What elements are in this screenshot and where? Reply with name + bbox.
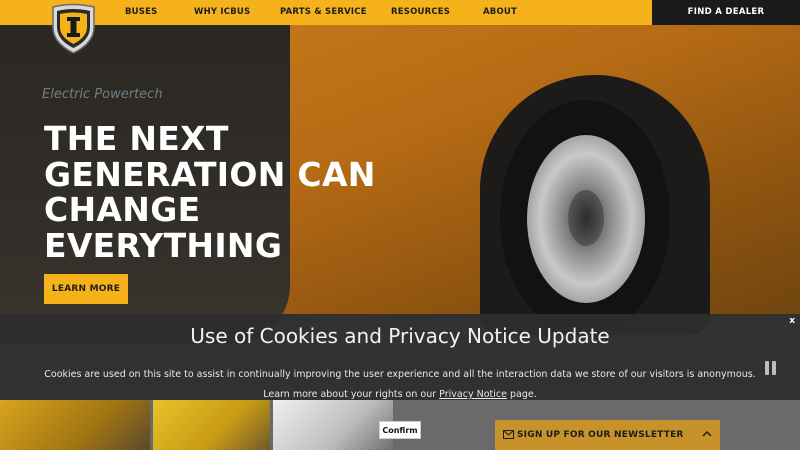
bus-tile-1[interactable] <box>0 400 150 450</box>
mail-icon <box>503 430 514 439</box>
hero-hub <box>568 190 604 246</box>
nav-resources[interactable]: RESOURCES <box>391 7 450 17</box>
newsletter-label: SIGN UP FOR OUR NEWSLETTER <box>517 430 684 440</box>
nav-parts-service[interactable]: PARTS & SERVICE <box>280 7 367 17</box>
nav-buses[interactable]: BUSES <box>125 7 157 17</box>
newsletter-signup-tab[interactable]: SIGN UP FOR OUR NEWSLETTER <box>495 420 720 450</box>
learn-more-suffix: page. <box>506 389 537 400</box>
find-a-dealer-button[interactable]: FIND A DEALER <box>652 0 800 25</box>
cookie-title: Use of Cookies and Privacy Notice Update <box>190 324 610 348</box>
hero-brand-text: Electric Powertech <box>42 87 163 102</box>
bus-tile-2[interactable] <box>153 400 270 450</box>
chevron-up-icon[interactable] <box>702 430 712 437</box>
learn-more-button[interactable]: LEARN MORE <box>44 274 128 304</box>
hero-headline: THE NEXT GENERATION CAN CHANGE EVERYTHIN… <box>44 121 404 263</box>
headline-line: EVERYTHING <box>44 225 283 265</box>
ic-bus-logo[interactable] <box>49 3 98 55</box>
pause-icon[interactable] <box>765 361 777 375</box>
close-icon[interactable]: x <box>789 316 795 326</box>
nav-about[interactable]: ABOUT <box>483 7 517 17</box>
site-header: BUSES WHY ICBUS PARTS & SERVICE RESOURCE… <box>0 0 800 25</box>
privacy-notice-link[interactable]: Privacy Notice <box>439 389 507 400</box>
nav-why-icbus[interactable]: WHY ICBUS <box>194 7 250 17</box>
learn-more-prefix: Learn more about your rights on our <box>263 389 440 400</box>
cookie-text: Cookies are used on this site to assist … <box>44 369 756 380</box>
cookie-learn-more: Learn more about your rights on our Priv… <box>0 389 800 400</box>
headline-line: CHANGE <box>44 190 201 229</box>
headline-line: GENERATION CAN <box>44 154 376 194</box>
cookie-banner: Use of Cookies and Privacy Notice Update… <box>0 314 800 400</box>
headline-line: THE NEXT <box>44 119 229 158</box>
bus-tile-3[interactable] <box>273 400 393 450</box>
confirm-button[interactable]: Confirm <box>379 421 421 439</box>
